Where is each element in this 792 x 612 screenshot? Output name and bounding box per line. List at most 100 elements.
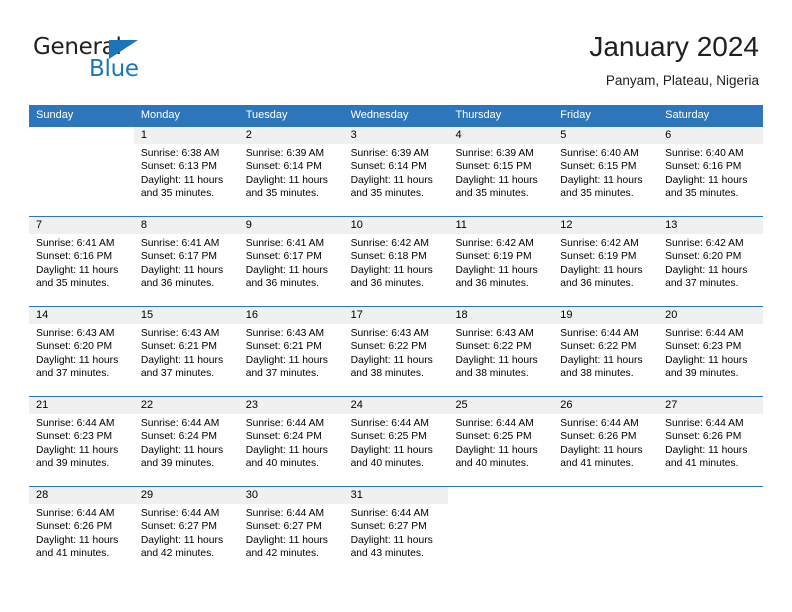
day-cell[interactable]: 19 Sunrise: 6:44 AM Sunset: 6:22 PM Dayl… (553, 307, 659, 396)
day-cell[interactable]: 8 Sunrise: 6:41 AM Sunset: 6:17 PM Dayli… (133, 217, 239, 306)
day-cell[interactable]: 16 Sunrise: 6:43 AM Sunset: 6:21 PM Dayl… (238, 307, 344, 396)
day-cell[interactable]: 22 Sunrise: 6:44 AM Sunset: 6:24 PM Dayl… (133, 397, 239, 486)
daylight-text-line2: and 41 minutes. (560, 458, 634, 470)
day-cell[interactable]: 2 Sunrise: 6:39 AM Sunset: 6:14 PM Dayli… (238, 127, 344, 216)
day-cell[interactable]: 29 Sunrise: 6:44 AM Sunset: 6:27 PM Dayl… (133, 487, 239, 576)
day-cell[interactable]: 12 Sunrise: 6:42 AM Sunset: 6:19 PM Dayl… (553, 217, 659, 306)
day-cell[interactable]: 11 Sunrise: 6:42 AM Sunset: 6:19 PM Dayl… (448, 217, 554, 306)
daylight-text-line1: Daylight: 11 hours (140, 444, 224, 456)
day-info: Sunrise: 6:43 AM Sunset: 6:21 PM Dayligh… (239, 324, 344, 381)
day-info: Sunrise: 6:39 AM Sunset: 6:14 PM Dayligh… (344, 144, 449, 201)
day-number: 11 (455, 219, 467, 231)
sunset-text: Sunset: 6:23 PM (36, 431, 113, 443)
day-number: 9 (245, 219, 252, 231)
day-cell[interactable]: 17 Sunrise: 6:43 AM Sunset: 6:22 PM Dayl… (343, 307, 449, 396)
daylight-text-line2: and 43 minutes. (350, 548, 424, 560)
day-cell[interactable]: 30 Sunrise: 6:44 AM Sunset: 6:27 PM Dayl… (238, 487, 344, 576)
sunset-text: Sunset: 6:17 PM (245, 251, 322, 263)
daylight-text-line2: and 40 minutes. (245, 458, 319, 470)
daylight-text-line1: Daylight: 11 hours (665, 174, 748, 186)
daylight-text-line1: Daylight: 11 hours (665, 444, 748, 456)
day-number-band: 11 (448, 217, 554, 234)
day-info: Sunrise: 6:42 AM Sunset: 6:19 PM Dayligh… (553, 234, 658, 291)
general-blue-logo: General Blue (33, 36, 163, 86)
day-cell[interactable] (658, 487, 764, 576)
day-cell[interactable] (553, 487, 659, 576)
day-number-band: 26 (553, 397, 659, 414)
logo-text-blue: Blue (89, 56, 139, 82)
day-info (553, 504, 658, 507)
dow-header-tuesday: Tuesday (245, 109, 288, 121)
day-number: 23 (245, 399, 258, 411)
day-cell[interactable]: 18 Sunrise: 6:43 AM Sunset: 6:22 PM Dayl… (448, 307, 554, 396)
sunset-text: Sunset: 6:20 PM (665, 251, 742, 263)
day-number-band (29, 127, 134, 144)
day-info: Sunrise: 6:44 AM Sunset: 6:26 PM Dayligh… (29, 504, 134, 561)
day-cell[interactable]: 9 Sunrise: 6:41 AM Sunset: 6:17 PM Dayli… (238, 217, 344, 306)
day-number-band: 25 (448, 397, 554, 414)
sunrise-text: Sunrise: 6:43 AM (140, 328, 220, 339)
sunset-text: Sunset: 6:22 PM (455, 341, 532, 353)
day-cell[interactable]: 15 Sunrise: 6:43 AM Sunset: 6:21 PM Dayl… (133, 307, 239, 396)
day-cell[interactable]: 28 Sunrise: 6:44 AM Sunset: 6:26 PM Dayl… (29, 487, 134, 576)
sunset-text: Sunset: 6:20 PM (36, 341, 113, 353)
day-cell[interactable]: 14 Sunrise: 6:43 AM Sunset: 6:20 PM Dayl… (29, 307, 134, 396)
daylight-text-line2: and 36 minutes. (350, 278, 424, 290)
sunrise-text: Sunrise: 6:44 AM (350, 418, 429, 429)
sunset-text: Sunset: 6:15 PM (560, 161, 637, 173)
day-cell[interactable]: 6 Sunrise: 6:40 AM Sunset: 6:16 PM Dayli… (658, 127, 764, 216)
sunrise-text: Sunrise: 6:43 AM (455, 328, 534, 339)
day-of-week-header-row: Sunday Monday Tuesday Wednesday Thursday… (29, 105, 763, 126)
sunrise-text: Sunrise: 6:44 AM (560, 328, 639, 339)
day-number: 21 (36, 399, 49, 411)
daylight-text-line2: and 40 minutes. (350, 458, 424, 470)
day-number-band: 1 (133, 127, 239, 144)
daylight-text-line2: and 42 minutes. (140, 548, 215, 560)
daylight-text-line1: Daylight: 11 hours (140, 264, 224, 276)
day-cell[interactable]: 7 Sunrise: 6:41 AM Sunset: 6:16 PM Dayli… (29, 217, 134, 306)
day-number: 24 (350, 399, 363, 411)
day-number-band: 24 (343, 397, 449, 414)
day-cell[interactable]: 10 Sunrise: 6:42 AM Sunset: 6:18 PM Dayl… (343, 217, 449, 306)
day-cell[interactable]: 4 Sunrise: 6:39 AM Sunset: 6:15 PM Dayli… (448, 127, 554, 216)
daylight-text-line2: and 35 minutes. (560, 188, 634, 200)
day-info: Sunrise: 6:44 AM Sunset: 6:26 PM Dayligh… (553, 414, 658, 471)
daylight-text-line1: Daylight: 11 hours (560, 444, 643, 456)
day-cell[interactable]: 13 Sunrise: 6:42 AM Sunset: 6:20 PM Dayl… (658, 217, 764, 306)
day-cell[interactable]: 24 Sunrise: 6:44 AM Sunset: 6:25 PM Dayl… (343, 397, 449, 486)
page-subtitle-location: Panyam, Plateau, Nigeria (605, 73, 759, 88)
day-info: Sunrise: 6:44 AM Sunset: 6:27 PM Dayligh… (134, 504, 239, 561)
day-cell[interactable]: 26 Sunrise: 6:44 AM Sunset: 6:26 PM Dayl… (553, 397, 659, 486)
day-info (658, 504, 763, 507)
day-cell[interactable]: 31 Sunrise: 6:44 AM Sunset: 6:27 PM Dayl… (343, 487, 449, 576)
day-cell[interactable]: 20 Sunrise: 6:44 AM Sunset: 6:23 PM Dayl… (658, 307, 764, 396)
day-cell[interactable] (448, 487, 554, 576)
sunrise-text: Sunrise: 6:38 AM (140, 148, 220, 159)
day-info: Sunrise: 6:42 AM Sunset: 6:18 PM Dayligh… (344, 234, 449, 291)
day-number: 16 (245, 309, 258, 321)
day-cell[interactable]: 27 Sunrise: 6:44 AM Sunset: 6:26 PM Dayl… (658, 397, 764, 486)
daylight-text-line2: and 40 minutes. (455, 458, 529, 470)
day-cell[interactable] (29, 127, 134, 216)
day-cell[interactable]: 23 Sunrise: 6:44 AM Sunset: 6:24 PM Dayl… (238, 397, 344, 486)
day-number-band: 14 (29, 307, 134, 324)
daylight-text-line2: and 35 minutes. (455, 188, 529, 200)
dow-header-wednesday: Wednesday (350, 109, 409, 121)
sunset-text: Sunset: 6:24 PM (140, 431, 217, 443)
day-cell[interactable]: 5 Sunrise: 6:40 AM Sunset: 6:15 PM Dayli… (553, 127, 659, 216)
day-number: 6 (665, 129, 672, 141)
day-cell[interactable]: 3 Sunrise: 6:39 AM Sunset: 6:14 PM Dayli… (343, 127, 449, 216)
day-info: Sunrise: 6:44 AM Sunset: 6:27 PM Dayligh… (239, 504, 344, 561)
day-number-band (553, 487, 659, 504)
day-info: Sunrise: 6:44 AM Sunset: 6:23 PM Dayligh… (658, 324, 763, 381)
day-number-band: 13 (658, 217, 764, 234)
daylight-text-line1: Daylight: 11 hours (245, 534, 328, 546)
day-cell[interactable]: 1 Sunrise: 6:38 AM Sunset: 6:13 PM Dayli… (133, 127, 239, 216)
day-number-band: 17 (343, 307, 449, 324)
sunrise-text: Sunrise: 6:41 AM (36, 238, 115, 249)
day-cell[interactable]: 25 Sunrise: 6:44 AM Sunset: 6:25 PM Dayl… (448, 397, 554, 486)
day-info: Sunrise: 6:44 AM Sunset: 6:24 PM Dayligh… (239, 414, 344, 471)
day-cell[interactable]: 21 Sunrise: 6:44 AM Sunset: 6:23 PM Dayl… (29, 397, 134, 486)
day-number: 10 (350, 219, 363, 231)
daylight-text-line2: and 35 minutes. (665, 188, 739, 200)
